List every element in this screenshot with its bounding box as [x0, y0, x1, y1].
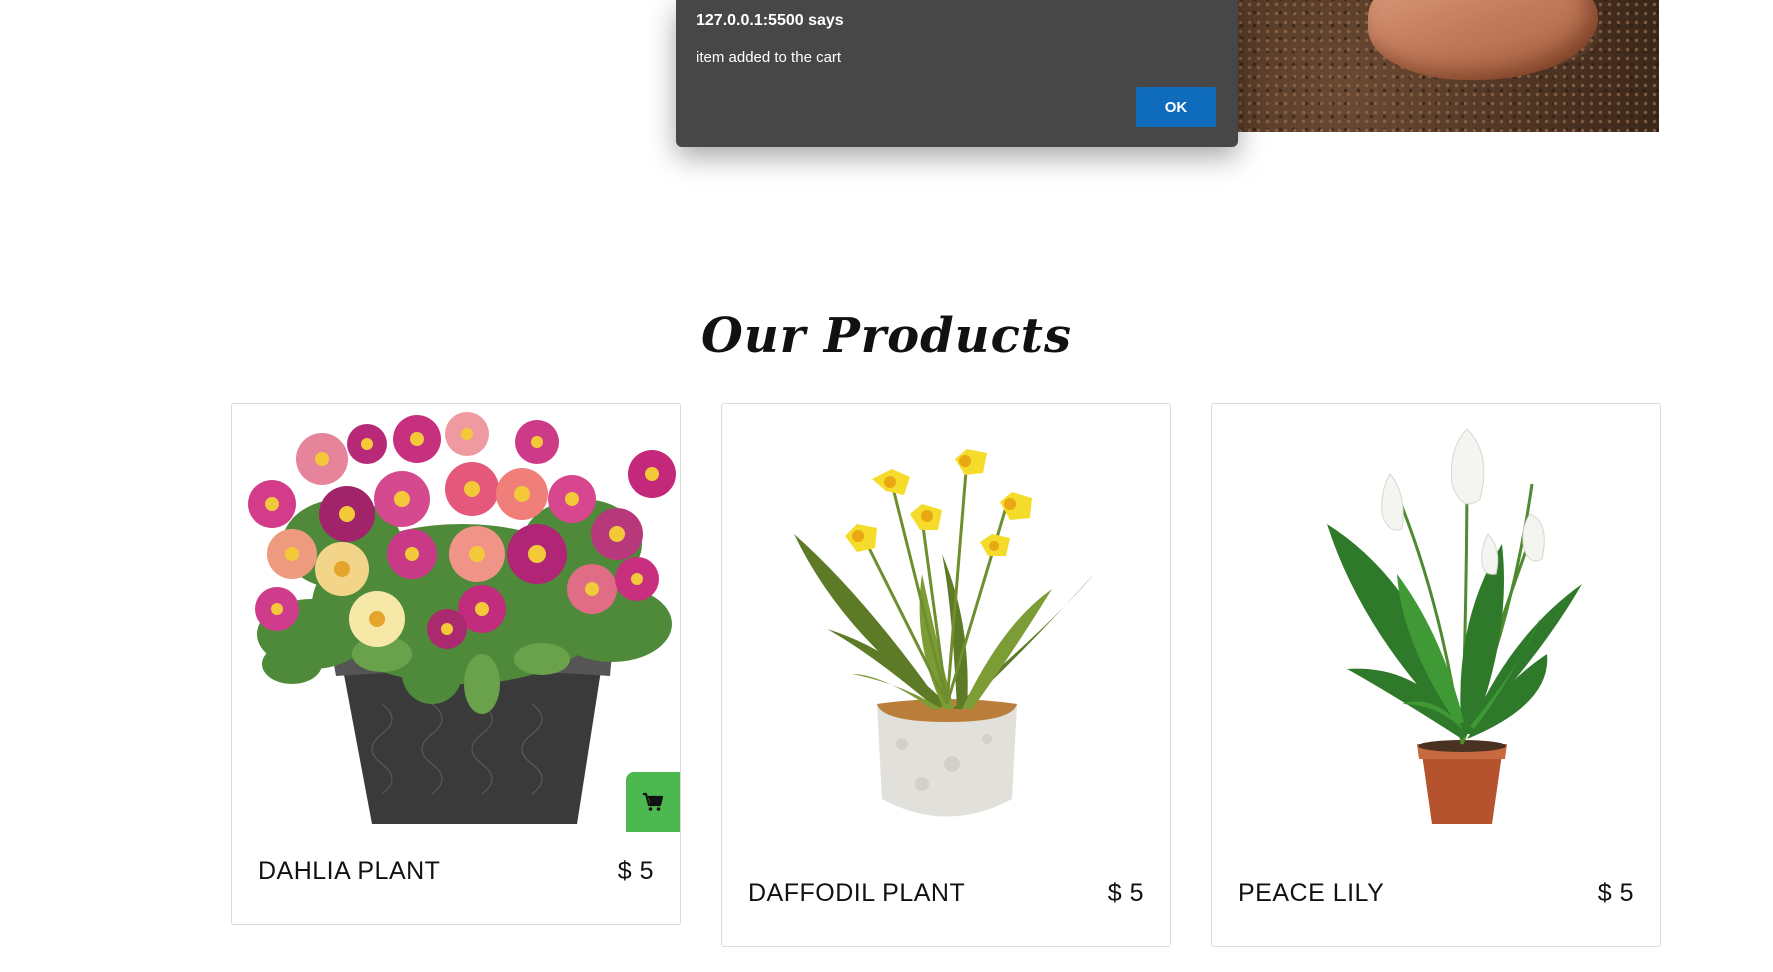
products-section-title: Our Products — [701, 308, 1072, 364]
daffodil-plant-image — [722, 404, 1170, 829]
hero-image — [1218, 0, 1659, 132]
dialog-title: 127.0.0.1:5500 says — [696, 12, 844, 29]
product-card-daffodil: DAFFODIL PLANT $ 5 — [721, 403, 1171, 947]
product-price: $ 5 — [617, 857, 654, 885]
add-to-cart-button[interactable] — [626, 772, 680, 832]
product-card-peace-lily: PEACE LILY $ 5 — [1211, 403, 1661, 947]
product-price: $ 5 — [1107, 879, 1144, 907]
product-price: $ 5 — [1597, 879, 1634, 907]
product-name: DAFFODIL PLANT — [748, 879, 966, 907]
product-name: PEACE LILY — [1238, 879, 1385, 907]
dialog-message: item added to the cart — [696, 49, 842, 66]
ok-button[interactable]: OK — [1136, 87, 1216, 127]
product-name: DAHLIA PLANT — [258, 857, 441, 885]
dahlia-plant-image — [232, 404, 680, 829]
cart-icon — [643, 792, 664, 811]
alert-dialog: 127.0.0.1:5500 says item added to the ca… — [676, 0, 1238, 147]
peace-lily-image — [1212, 404, 1660, 829]
product-card-dahlia: DAHLIA PLANT $ 5 — [231, 403, 681, 925]
